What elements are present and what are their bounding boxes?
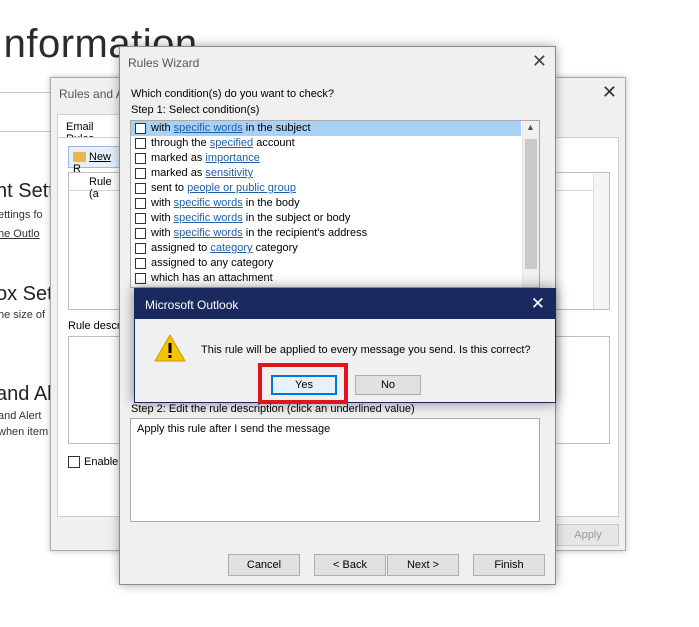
scroll-thumb[interactable] (525, 139, 537, 269)
condition-text: with (151, 197, 174, 209)
wizard-question: Which condition(s) do you want to check? (131, 88, 334, 100)
condition-item[interactable]: marked as sensitivity (131, 166, 539, 181)
checkbox[interactable] (135, 168, 146, 179)
rule-description-box (68, 336, 122, 444)
apply-button[interactable]: Apply (557, 524, 619, 546)
condition-item[interactable]: assigned to category category (131, 241, 539, 256)
checkbox[interactable] (135, 213, 146, 224)
condition-link[interactable]: specified (210, 137, 253, 149)
conditions-list[interactable]: with specific words in the subject throu… (130, 120, 540, 288)
no-button[interactable]: No (355, 375, 421, 395)
condition-text: in the subject or body (242, 212, 351, 224)
checkbox[interactable] (135, 138, 146, 149)
cancel-button[interactable]: Cancel (228, 554, 300, 576)
condition-text: assigned to any category (151, 257, 274, 269)
condition-item[interactable]: with specific words in the subject or bo… (131, 211, 539, 226)
backstage-link[interactable]: he Outlo (0, 228, 40, 240)
backstage-text: he size of (0, 309, 46, 321)
step1-label: Step 1: Select condition(s) (131, 104, 260, 116)
close-icon[interactable]: ✕ (602, 82, 617, 103)
checkbox[interactable] (135, 183, 146, 194)
rule-description-label: Rule descr (68, 320, 121, 332)
condition-text: in the subject (242, 122, 311, 134)
checkbox[interactable] (135, 123, 146, 134)
condition-text: in the body (242, 197, 300, 209)
condition-text: marked as (151, 152, 206, 164)
condition-text: with (151, 227, 174, 239)
dialog-title: Rules and A (59, 87, 124, 101)
condition-text: account (253, 137, 295, 149)
condition-item[interactable]: with specific words in the subject (131, 121, 521, 136)
backstage-text: ettings fo (0, 209, 43, 221)
checkbox[interactable] (135, 258, 146, 269)
warning-icon (154, 333, 186, 362)
condition-text: marked as (151, 167, 206, 179)
backstage-text: and Alert (0, 410, 42, 422)
rule-description-box: Apply this rule after I send the message (130, 418, 540, 522)
next-button[interactable]: Next > (387, 554, 459, 576)
checkbox[interactable] (135, 228, 146, 239)
message-box-title: Microsoft Outlook (145, 298, 239, 312)
checkbox[interactable] (135, 243, 146, 254)
message-box-titlebar: Microsoft Outlook ✕ (135, 289, 555, 319)
checkbox[interactable] (135, 198, 146, 209)
condition-item[interactable]: sent to people or public group (131, 181, 539, 196)
backstage-heading-account: nt Sett (0, 180, 54, 202)
folder-icon (73, 152, 86, 163)
column-header-rule[interactable]: Rule (a (69, 173, 121, 200)
condition-link[interactable]: specific words (174, 227, 243, 239)
condition-item[interactable]: assigned to any category (131, 256, 539, 271)
condition-link[interactable]: specific words (174, 197, 243, 209)
divider (0, 92, 52, 93)
dialog-title: Rules Wizard (128, 56, 200, 70)
step2-label: Step 2: Edit the rule description (click… (131, 403, 415, 415)
condition-link[interactable]: specific words (174, 122, 243, 134)
checkbox[interactable] (135, 273, 146, 284)
condition-text: in the recipient's address (242, 227, 368, 239)
condition-link[interactable]: people or public group (187, 182, 296, 194)
condition-item[interactable]: with specific words in the body (131, 196, 539, 211)
backstage-heading-rules: and Al (0, 383, 52, 405)
finish-button[interactable]: Finish (473, 554, 545, 576)
scroll-up-icon[interactable]: ▲ (526, 122, 535, 132)
tab-email-rules[interactable]: Email Rules (57, 114, 121, 145)
divider (0, 131, 52, 132)
close-icon[interactable]: ✕ (531, 294, 545, 314)
checkbox[interactable] (135, 153, 146, 164)
rules-list[interactable]: Rule (a (68, 172, 122, 310)
yes-button-highlight (258, 363, 348, 404)
close-icon[interactable]: ✕ (532, 51, 547, 72)
condition-link[interactable]: importance (205, 152, 259, 164)
enable-checkbox[interactable]: Enable (68, 456, 119, 469)
condition-link[interactable]: category (210, 242, 252, 254)
condition-text: with (151, 122, 174, 134)
condition-text: assigned to (151, 242, 211, 254)
enable-label: Enable (84, 456, 119, 468)
scrollbar[interactable] (593, 173, 609, 309)
conditions-scrollbar[interactable]: ▲ (522, 121, 539, 287)
condition-item[interactable]: through the specified account (131, 136, 539, 151)
condition-item[interactable]: marked as importance (131, 151, 539, 166)
checkbox[interactable] (68, 456, 80, 469)
new-rule-button[interactable]: New R (68, 146, 120, 175)
condition-item[interactable]: with specific words in the recipient's a… (131, 226, 539, 241)
backstage-text: when item (0, 426, 49, 438)
condition-text: sent to (151, 182, 188, 194)
condition-text: through the (151, 137, 210, 149)
confirm-message: This rule will be applied to every messa… (201, 344, 531, 356)
condition-text: category (252, 242, 298, 254)
condition-item[interactable]: which has an attachment (131, 271, 539, 286)
condition-link[interactable]: sensitivity (205, 167, 253, 179)
condition-text: with (151, 212, 174, 224)
condition-text: which has an attachment (151, 272, 273, 284)
back-button[interactable]: < Back (314, 554, 386, 576)
condition-link[interactable]: specific words (174, 212, 243, 224)
